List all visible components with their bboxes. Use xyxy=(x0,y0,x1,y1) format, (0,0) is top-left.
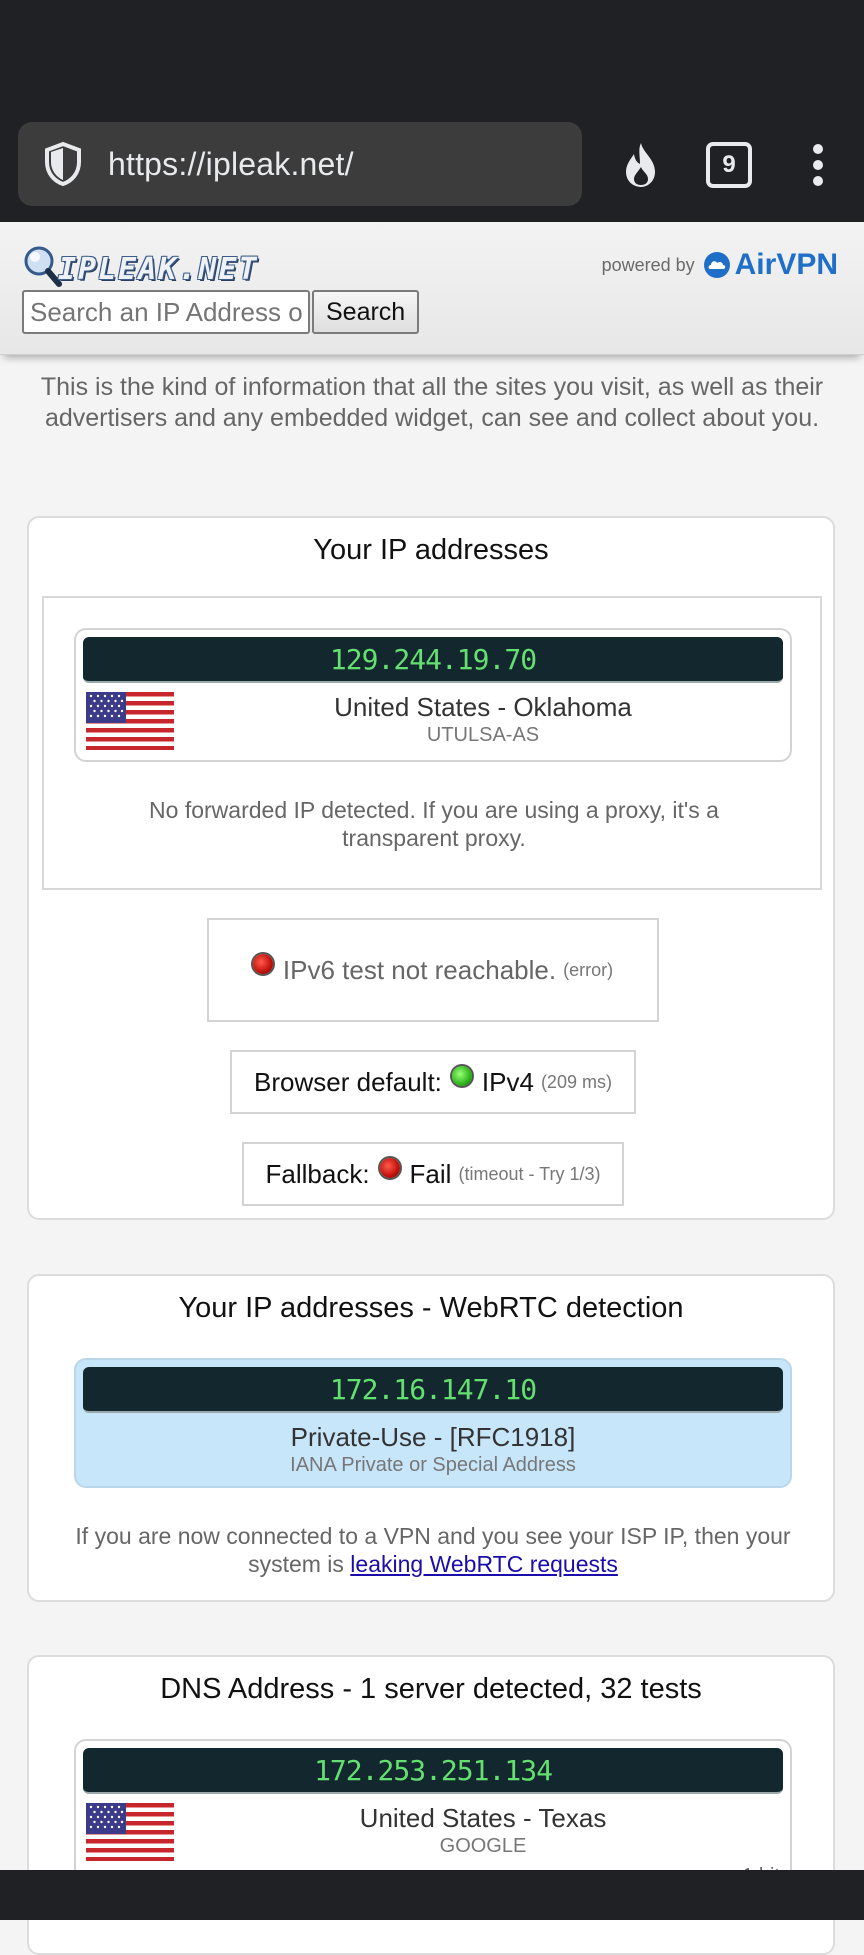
url-text[interactable]: https://ipleak.net/ xyxy=(108,146,354,183)
green-status-dot xyxy=(451,1066,472,1086)
fallback-box: Fallback: Fail (timeout - Try 1/3) xyxy=(242,1142,624,1206)
browser-default-label: Browser default: xyxy=(254,1066,442,1097)
ip-detail-box: 129.244.19.70 United States - Oklahoma U… xyxy=(42,596,822,890)
search-input[interactable] xyxy=(22,290,310,334)
fallback-detail: (timeout - Try 1/3) xyxy=(458,1163,601,1184)
red-status-dot xyxy=(379,1158,400,1178)
ipv6-test-box: IPv6 test not reachable. (error) xyxy=(207,918,659,1022)
us-flag-icon xyxy=(86,1803,174,1861)
logo-text: IPLEAK.NET xyxy=(58,252,259,287)
site-header: IPLEAK.NET powered by AirVPN Search xyxy=(0,222,864,355)
fallback-label: Fallback: xyxy=(265,1158,370,1189)
status-bar xyxy=(0,0,864,122)
browser-default-value: IPv4 xyxy=(481,1066,534,1097)
shield-icon[interactable] xyxy=(40,141,86,187)
tab-switcher-button[interactable]: 9 xyxy=(704,140,754,190)
webrtc-leak-link[interactable]: leaking WebRTC requests xyxy=(350,1551,618,1577)
more-menu-icon[interactable] xyxy=(793,140,843,190)
fallback-value: Fail xyxy=(409,1158,452,1189)
ipleak-logo[interactable]: IPLEAK.NET xyxy=(22,244,257,292)
ip-location: United States - Oklahoma xyxy=(334,692,632,722)
navigation-bar xyxy=(0,1870,864,1920)
ip-display[interactable]: 129.244.19.70 xyxy=(83,637,783,683)
webrtc-card: Your IP addresses - WebRTC detection 172… xyxy=(27,1274,835,1602)
webrtc-desc: IANA Private or Special Address xyxy=(290,1454,576,1476)
powered-by-label: powered by xyxy=(601,254,695,275)
webrtc-location: Private-Use - [RFC1918] xyxy=(290,1422,576,1452)
intro-text: This is the kind of information that all… xyxy=(40,373,824,432)
airvpn-logo[interactable]: AirVPN xyxy=(703,248,838,282)
webrtc-ip-panel: 172.16.147.10 Private-Use - [RFC1918] IA… xyxy=(74,1358,792,1488)
dns-section-title: DNS Address - 1 server detected, 32 test… xyxy=(160,1673,702,1705)
ipv6-status-text: IPv6 test not reachable. xyxy=(282,954,557,985)
address-bar[interactable]: https://ipleak.net/ xyxy=(18,122,582,206)
ip-isp: UTULSA-AS xyxy=(426,724,540,746)
browser-toolbar: https://ipleak.net/ 9 xyxy=(0,122,864,222)
webrtc-note: If you are now connected to a VPN and yo… xyxy=(59,1522,807,1578)
webrtc-section-title: Your IP addresses - WebRTC detection xyxy=(178,1292,684,1324)
search-form: Search xyxy=(22,290,420,334)
dns-isp: GOOGLE xyxy=(439,1835,527,1857)
dns-ip-display[interactable]: 172.253.251.134 xyxy=(83,1748,783,1794)
powered-by[interactable]: powered by AirVPN xyxy=(602,248,838,282)
dns-location: United States - Texas xyxy=(359,1803,607,1833)
search-button[interactable]: Search xyxy=(312,290,420,334)
tab-count: 9 xyxy=(706,142,752,188)
browser-default-box: Browser default: IPv4 (209 ms) xyxy=(230,1050,636,1114)
us-flag-icon xyxy=(86,692,174,750)
ip-section-title: Your IP addresses xyxy=(313,534,549,566)
red-status-dot xyxy=(252,954,273,974)
magnifier-icon xyxy=(24,246,62,287)
airvpn-cloud-icon xyxy=(703,252,730,278)
browser-default-detail: (209 ms) xyxy=(540,1071,612,1092)
forward-note: No forwarded IP detected. If you are usi… xyxy=(149,797,719,851)
ipv6-status-detail: (error) xyxy=(563,959,614,980)
airvpn-brand: AirVPN xyxy=(734,248,838,281)
ip-addresses-card: Your IP addresses 129.244.19.70 United S… xyxy=(27,516,835,1220)
webrtc-ip-display[interactable]: 172.16.147.10 xyxy=(83,1367,783,1413)
ip-panel: 129.244.19.70 United States - Oklahoma U… xyxy=(74,628,792,762)
fire-icon[interactable] xyxy=(616,140,666,190)
